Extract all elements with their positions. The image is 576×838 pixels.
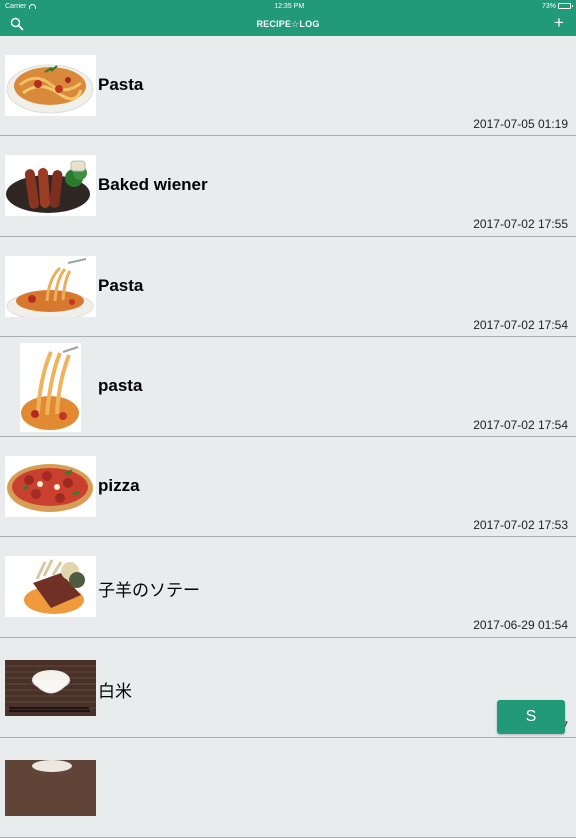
sausage-plate-photo — [5, 155, 96, 217]
recipe-row[interactable]: Pasta 2017-07-02 17:54 — [0, 236, 576, 337]
recipe-row[interactable]: pasta 2017-07-02 17:54 — [0, 336, 576, 438]
battery-percent: 73% — [541, 2, 556, 10]
plus-icon[interactable]: + — [552, 14, 566, 31]
carrier-label: Carrier — [5, 2, 27, 10]
partial-next-photo — [5, 760, 96, 817]
recipe-title: Pasta — [98, 75, 144, 94]
recipe-date: 2017-07-05 01:19 — [473, 117, 568, 131]
status-time: 12:35 PM — [274, 2, 305, 10]
recipe-title: Pasta — [98, 275, 144, 295]
recipe-title: pasta — [98, 375, 143, 395]
pasta-fork-photo — [5, 255, 96, 317]
recipe-row[interactable]: Baked wiener 2017-07-02 17:55 — [0, 136, 576, 237]
status-right: 73% — [541, 2, 573, 10]
recipe-row[interactable]: 白米 2017 — [0, 637, 576, 739]
recipe-title: pizza — [98, 476, 140, 496]
floating-s-button[interactable]: S — [497, 700, 565, 734]
recipe-list: Pasta 2017-07-05 01:19 Baked wiener 2017… — [0, 36, 576, 838]
pizza-photo — [5, 456, 96, 518]
status-left: Carrier — [5, 2, 37, 10]
recipe-row[interactable]: Pasta 2017-07-05 01:19 — [0, 36, 576, 137]
recipe-row[interactable]: 子羊のソテー 2017-06-29 01:54 — [0, 537, 576, 638]
pasta-closeup-photo — [20, 342, 81, 432]
recipe-row[interactable]: pizza 2017-07-02 17:53 — [0, 437, 576, 538]
search-icon[interactable] — [10, 17, 24, 31]
rice-bowl-photo — [5, 659, 96, 716]
recipe-title: Baked wiener — [98, 175, 208, 195]
recipe-title: 白米 — [98, 681, 132, 701]
status-bar: Carrier 12:35 PM 73% — [0, 0, 576, 12]
recipe-row[interactable] — [0, 738, 576, 838]
app-title: RECIPE☆LOG — [256, 18, 320, 29]
recipe-date: 2017-07-02 17:53 — [473, 518, 568, 533]
lamb-saute-photo — [5, 556, 96, 618]
recipe-date: 2017-06-29 01:54 — [473, 618, 568, 633]
battery-icon — [558, 3, 573, 9]
navigation-bar: RECIPE☆LOG + — [0, 12, 576, 36]
recipe-date: 2017-07-02 17:54 — [473, 317, 568, 332]
recipe-date: 2017-07-02 17:54 — [473, 417, 568, 432]
wifi-icon — [29, 3, 37, 9]
recipe-date: 2017-07-02 17:55 — [473, 217, 568, 232]
pasta-dish-photo — [5, 55, 96, 116]
recipe-title: 子羊のソテー — [98, 581, 200, 601]
